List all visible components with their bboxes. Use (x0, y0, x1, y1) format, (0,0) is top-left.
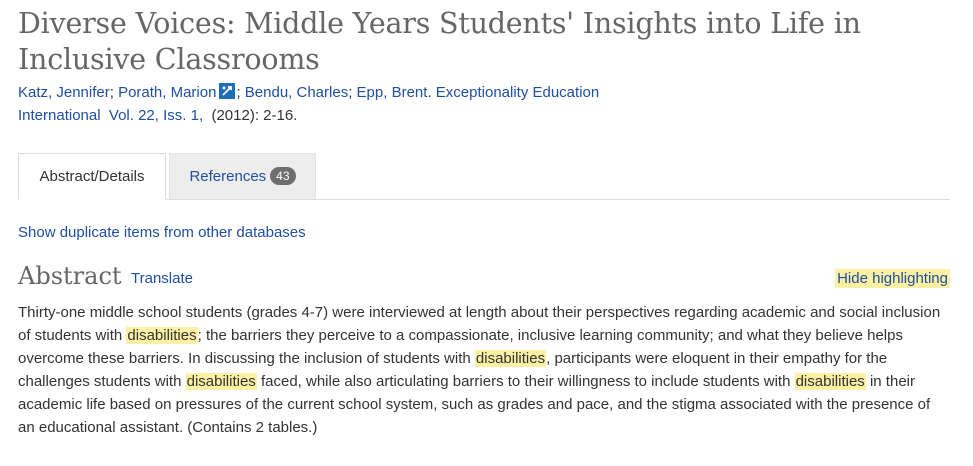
tab-label: References (189, 168, 267, 185)
abstract-text: Thirty-one middle school students (grade… (18, 301, 943, 439)
references-count-badge: 43 (270, 167, 296, 185)
citation: Katz, Jennifer; Porath, Marion; Bendu, C… (18, 81, 658, 127)
highlighted-term: disabilities (794, 373, 866, 390)
date-pages: (2012): 2-16. (211, 107, 298, 124)
separator: ; (109, 84, 119, 101)
author-link-bendu[interactable]: Bendu, Charles (245, 84, 348, 101)
tab-references[interactable]: References 43 (169, 153, 316, 199)
highlighted-term: disabilities (126, 327, 198, 344)
tab-abstract-details[interactable]: Abstract/Details (18, 153, 166, 200)
highlighted-term: disabilities (474, 350, 547, 367)
hide-highlighting-link[interactable]: Hide highlighting (835, 269, 950, 288)
tab-label: Abstract/Details (39, 168, 145, 185)
separator: ; (348, 84, 357, 101)
abstract-heading: Abstract (18, 262, 122, 290)
highlighted-term: disabilities (185, 373, 257, 390)
translate-link[interactable]: Translate (131, 270, 193, 287)
separator: . (427, 84, 436, 101)
article-title: Diverse Voices: Middle Years Students' I… (18, 7, 861, 76)
author-link-porath[interactable]: Porath, Marion (118, 84, 216, 101)
author-link-epp[interactable]: Epp, Brent (357, 84, 428, 101)
volume-link[interactable]: Vol. 22, Iss. 1, (109, 107, 203, 124)
show-duplicates-link[interactable]: Show duplicate items from other database… (18, 224, 306, 241)
abstract-segment: faced, while also articulating barriers … (256, 373, 795, 390)
tab-bar: Abstract/Details References 43 (18, 153, 950, 200)
author-link-katz[interactable]: Katz, Jennifer (18, 84, 110, 101)
separator: ; (236, 84, 245, 101)
orcid-icon[interactable] (219, 83, 236, 99)
